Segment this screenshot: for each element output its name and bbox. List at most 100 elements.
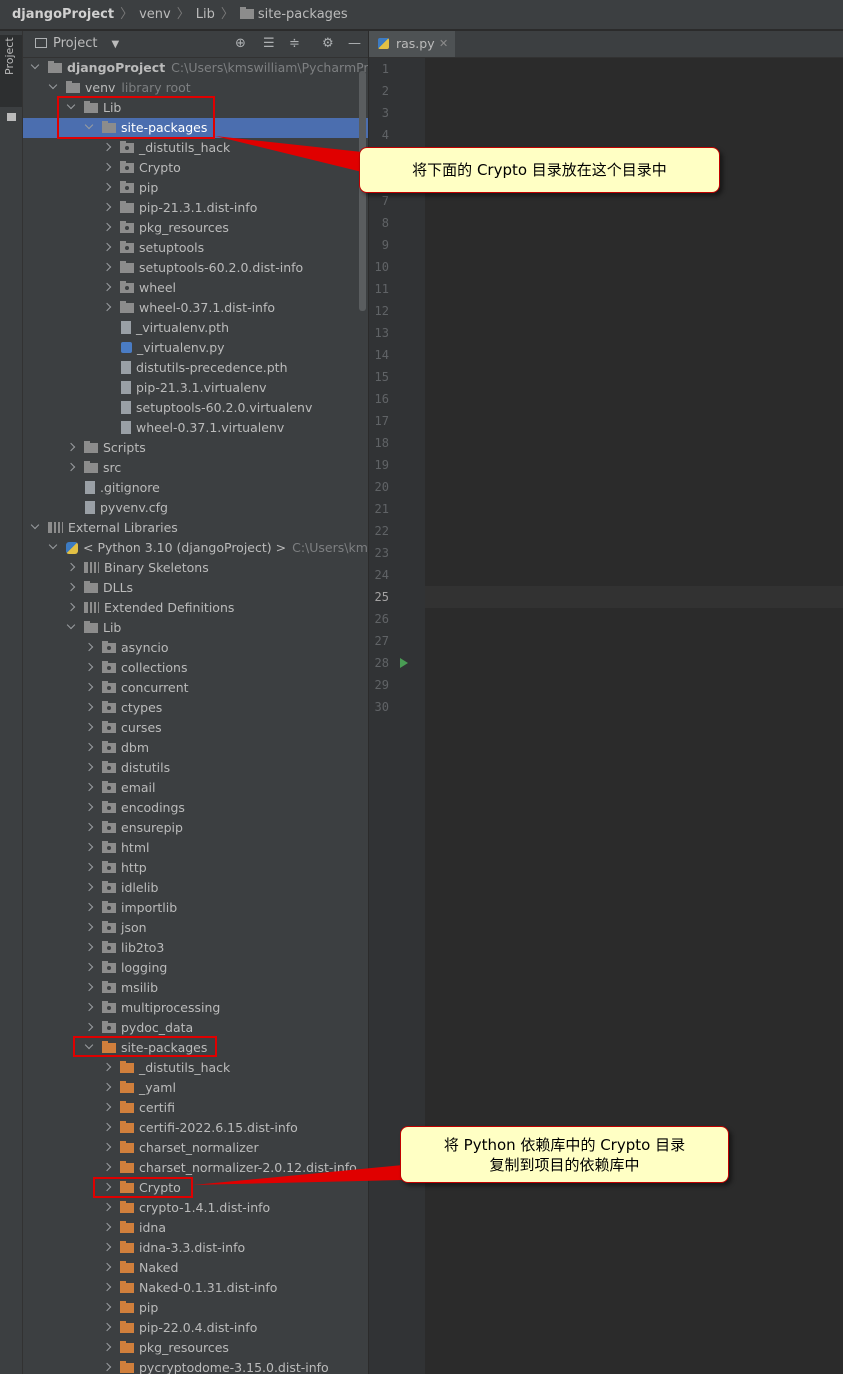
chevron-right-icon[interactable]: [84, 682, 94, 691]
tree-row[interactable]: Crypto: [23, 1178, 368, 1198]
chevron-right-icon[interactable]: [102, 1242, 112, 1251]
tree-row[interactable]: email: [23, 778, 368, 798]
chevron-right-icon[interactable]: [66, 442, 76, 451]
project-view-selector[interactable]: Project ▼: [35, 31, 119, 58]
chevron-right-icon[interactable]: [84, 982, 94, 991]
tree-row[interactable]: http: [23, 858, 368, 878]
tree-row[interactable]: Crypto: [23, 158, 368, 178]
chevron-right-icon[interactable]: [84, 702, 94, 711]
chevron-right-icon[interactable]: [102, 1142, 112, 1151]
tree-row[interactable]: charset_normalizer-2.0.12.dist-info: [23, 1158, 368, 1178]
chevron-right-icon[interactable]: [102, 1322, 112, 1331]
chevron-right-icon[interactable]: [102, 202, 112, 211]
chevron-right-icon[interactable]: [84, 1002, 94, 1011]
chevron-right-icon[interactable]: [102, 1362, 112, 1371]
chevron-right-icon[interactable]: [84, 962, 94, 971]
tree-row[interactable]: pydoc_data: [23, 1018, 368, 1038]
tree-row[interactable]: multiprocessing: [23, 998, 368, 1018]
chevron-down-icon[interactable]: [30, 60, 40, 69]
tree-row[interactable]: dbm: [23, 738, 368, 758]
project-tool-tab[interactable]: Project: [0, 35, 22, 107]
chevron-right-icon[interactable]: [84, 782, 94, 791]
tree-row[interactable]: concurrent: [23, 678, 368, 698]
tree-row[interactable]: ctypes: [23, 698, 368, 718]
chevron-right-icon[interactable]: [102, 1122, 112, 1131]
chevron-right-icon[interactable]: [102, 222, 112, 231]
tree-row[interactable]: Extended Definitions: [23, 598, 368, 618]
chevron-right-icon[interactable]: [66, 562, 76, 571]
chevron-right-icon[interactable]: [102, 1262, 112, 1271]
tree-row[interactable]: src: [23, 458, 368, 478]
tree-row[interactable]: pycryptodome-3.15.0.dist-info: [23, 1358, 368, 1374]
chevron-right-icon[interactable]: [102, 1082, 112, 1091]
structure-icon[interactable]: [7, 113, 16, 121]
chevron-right-icon[interactable]: [66, 602, 76, 611]
chevron-right-icon[interactable]: [102, 1282, 112, 1291]
tree-row[interactable]: pyvenv.cfg: [23, 498, 368, 518]
tree-row[interactable]: djangoProject C:\Users\kmswilliam\Pycharm…: [23, 58, 368, 78]
chevron-right-icon[interactable]: [66, 582, 76, 591]
tree-row[interactable]: _distutils_hack: [23, 1058, 368, 1078]
chevron-right-icon[interactable]: [102, 1302, 112, 1311]
tree-row[interactable]: setuptools-60.2.0.virtualenv: [23, 398, 368, 418]
tree-row[interactable]: certifi: [23, 1098, 368, 1118]
tree-row[interactable]: pkg_resources: [23, 218, 368, 238]
tree-row[interactable]: Scripts: [23, 438, 368, 458]
collapse-all-icon[interactable]: ≑: [289, 31, 300, 57]
tree-row[interactable]: Naked: [23, 1258, 368, 1278]
tree-row[interactable]: certifi-2022.6.15.dist-info: [23, 1118, 368, 1138]
tree-row[interactable]: setuptools-60.2.0.dist-info: [23, 258, 368, 278]
chevron-down-icon[interactable]: [48, 540, 58, 549]
chevron-down-icon[interactable]: [48, 80, 58, 89]
tree-row[interactable]: distutils-precedence.pth: [23, 358, 368, 378]
chevron-right-icon[interactable]: [84, 942, 94, 951]
chevron-right-icon[interactable]: [84, 662, 94, 671]
tree-row[interactable]: idlelib: [23, 878, 368, 898]
tree-row[interactable]: pip-21.3.1.virtualenv: [23, 378, 368, 398]
tree-row[interactable]: _distutils_hack: [23, 138, 368, 158]
chevron-down-icon[interactable]: [30, 520, 40, 529]
chevron-right-icon[interactable]: [84, 862, 94, 871]
chevron-right-icon[interactable]: [102, 302, 112, 311]
tree-row[interactable]: _yaml: [23, 1078, 368, 1098]
tree-row[interactable]: charset_normalizer: [23, 1138, 368, 1158]
tree-row[interactable]: Naked-0.1.31.dist-info: [23, 1278, 368, 1298]
gear-icon[interactable]: ⚙: [322, 31, 334, 57]
tree-row[interactable]: collections: [23, 658, 368, 678]
tree-row[interactable]: venv library root: [23, 78, 368, 98]
tree-row[interactable]: pip: [23, 1298, 368, 1318]
tree-row[interactable]: encodings: [23, 798, 368, 818]
chevron-right-icon[interactable]: [102, 282, 112, 291]
chevron-right-icon[interactable]: [84, 762, 94, 771]
tree-row[interactable]: Binary Skeletons: [23, 558, 368, 578]
tree-row[interactable]: setuptools: [23, 238, 368, 258]
tree-row[interactable]: pkg_resources: [23, 1338, 368, 1358]
tree-row[interactable]: ensurepip: [23, 818, 368, 838]
tree-row[interactable]: curses: [23, 718, 368, 738]
breadcrumb-item[interactable]: Lib: [196, 7, 215, 22]
tree-row[interactable]: idna-3.3.dist-info: [23, 1238, 368, 1258]
expand-all-icon[interactable]: ☰: [263, 31, 275, 57]
tree-row[interactable]: crypto-1.4.1.dist-info: [23, 1198, 368, 1218]
tree-row[interactable]: importlib: [23, 898, 368, 918]
chevron-right-icon[interactable]: [84, 742, 94, 751]
chevron-right-icon[interactable]: [84, 802, 94, 811]
tree-row[interactable]: pip-22.0.4.dist-info: [23, 1318, 368, 1338]
chevron-right-icon[interactable]: [84, 882, 94, 891]
chevron-right-icon[interactable]: [102, 182, 112, 191]
tree-row[interactable]: logging: [23, 958, 368, 978]
tree-row[interactable]: wheel: [23, 278, 368, 298]
chevron-right-icon[interactable]: [102, 1222, 112, 1231]
tree-row[interactable]: wheel-0.37.1.virtualenv: [23, 418, 368, 438]
tree-row[interactable]: DLLs: [23, 578, 368, 598]
tree-row[interactable]: html: [23, 838, 368, 858]
tree-row[interactable]: distutils: [23, 758, 368, 778]
chevron-right-icon[interactable]: [84, 822, 94, 831]
tree-row[interactable]: pip-21.3.1.dist-info: [23, 198, 368, 218]
tree-row[interactable]: lib2to3: [23, 938, 368, 958]
breadcrumb-item[interactable]: venv: [139, 7, 171, 22]
tree-row[interactable]: json: [23, 918, 368, 938]
chevron-right-icon[interactable]: [102, 262, 112, 271]
chevron-right-icon[interactable]: [102, 1202, 112, 1211]
tree-row[interactable]: < Python 3.10 (djangoProject) > C:\Users\…: [23, 538, 368, 558]
